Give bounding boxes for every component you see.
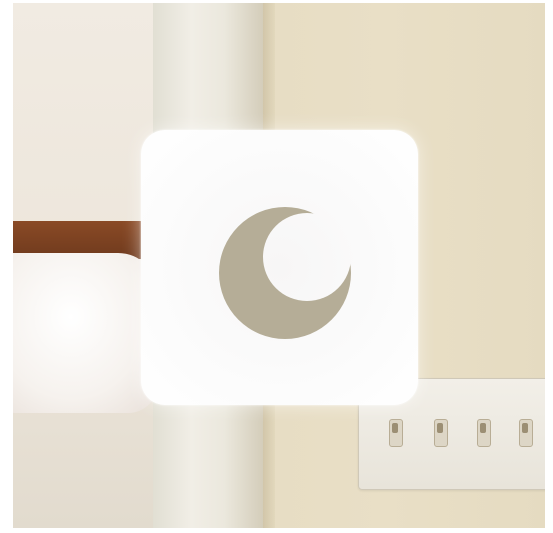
light-switch-toggle xyxy=(477,419,491,447)
light-switch-toggle xyxy=(519,419,533,447)
light-switch-toggle xyxy=(434,419,448,447)
light-switch-toggle xyxy=(389,419,403,447)
focus-mode-button[interactable] xyxy=(141,130,418,405)
pillow xyxy=(13,253,158,413)
crescent-moon-icon xyxy=(219,207,351,339)
screen xyxy=(0,0,553,533)
